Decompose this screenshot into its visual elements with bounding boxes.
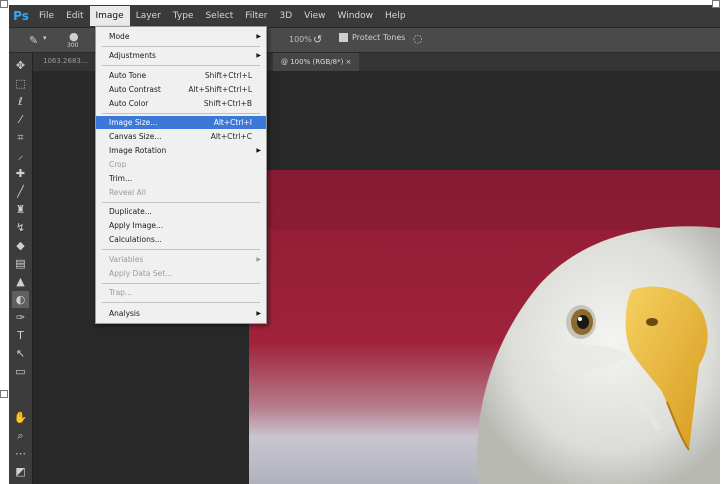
- submenu-arrow-icon: ▶: [256, 310, 261, 317]
- gradient-icon[interactable]: ▤: [12, 255, 29, 272]
- menu-separator: [102, 65, 260, 66]
- menu-help[interactable]: Help: [379, 6, 412, 26]
- menu-filter[interactable]: Filter: [239, 6, 273, 26]
- menu-file[interactable]: File: [33, 6, 60, 26]
- chevron-down-icon[interactable]: ▾: [43, 34, 47, 42]
- move-icon[interactable]: ✥: [12, 57, 29, 74]
- submenu-arrow-icon: ▶: [256, 256, 261, 263]
- menu-item-apply-data-set: Apply Data Set...: [109, 269, 173, 278]
- path-select-icon[interactable]: ↖: [12, 345, 29, 362]
- menu-item-adjustments[interactable]: Adjustments ▶: [96, 49, 266, 62]
- menu-item-auto-tone[interactable]: Auto Tone Shift+Ctrl+L: [96, 69, 266, 82]
- menu-type[interactable]: Type: [167, 6, 200, 26]
- more-tools-icon[interactable]: ⋯: [12, 445, 29, 462]
- menu-separator: [102, 249, 260, 250]
- menu-layer[interactable]: Layer: [130, 6, 167, 26]
- tab-inactive-document[interactable]: 1063.2683...: [43, 57, 88, 65]
- menu-separator: [102, 113, 260, 114]
- crop-icon[interactable]: ⌗: [12, 129, 29, 146]
- image-menu-dropdown: Mode ▶ Adjustments ▶ Auto Tone Shift+Ctrl+L…: [95, 26, 267, 324]
- menu-item-auto-color[interactable]: Auto Color Shift+Ctrl+B: [96, 97, 266, 110]
- resize-handle[interactable]: [0, 0, 8, 8]
- pressure-icon[interactable]: ◌: [413, 32, 423, 45]
- menu-item-apply-image[interactable]: Apply Image...: [96, 219, 266, 232]
- photoshop-window: Ps File Edit Image Layer Type Select Fil…: [9, 5, 720, 484]
- resize-handle[interactable]: [712, 0, 720, 8]
- menu-edit[interactable]: Edit: [60, 6, 89, 26]
- hand-icon[interactable]: ✋: [12, 409, 29, 426]
- protect-tones-checkbox[interactable]: Protect Tones: [339, 33, 405, 42]
- tool-preset-icon[interactable]: ✎: [29, 34, 38, 47]
- tools-panel: ✥ ⬚ ℓ ⁄ ⌗ ⸝ ✚ ╱ ♜ ↯ ◆ ▤ ▲ ◐ ✑ T ↖ ▭ ✋ ⌕ …: [9, 53, 33, 484]
- quick-select-icon[interactable]: ⁄: [12, 111, 29, 128]
- menu-view[interactable]: View: [298, 6, 331, 26]
- dodge-icon[interactable]: ◐: [12, 291, 29, 308]
- eyedropper-icon[interactable]: ⸝: [12, 147, 29, 164]
- menu-bar: Ps File Edit Image Layer Type Select Fil…: [9, 5, 720, 27]
- menu-item-image-size[interactable]: Image Size... Alt+Ctrl+I: [96, 116, 266, 129]
- color-swatches-icon[interactable]: ◩: [12, 463, 29, 480]
- pen-icon[interactable]: ✑: [12, 309, 29, 326]
- blur-icon[interactable]: ▲: [12, 273, 29, 290]
- menu-image[interactable]: Image: [89, 6, 130, 26]
- menu-item-variables: Variables ▶: [109, 255, 261, 264]
- menu-item-analysis[interactable]: Analysis ▶: [96, 307, 266, 320]
- type-icon[interactable]: T: [12, 327, 29, 344]
- menu-separator: [102, 202, 260, 203]
- rectangle-icon[interactable]: ▭: [12, 363, 29, 380]
- healing-brush-icon[interactable]: ✚: [12, 165, 29, 182]
- menu-item-auto-contrast[interactable]: Auto Contrast Alt+Shift+Ctrl+L: [96, 83, 266, 96]
- menu-separator: [102, 46, 260, 47]
- menu-separator: [102, 283, 260, 284]
- menu-item-crop: Crop: [109, 160, 127, 169]
- history-brush-icon[interactable]: ↯: [12, 219, 29, 236]
- lasso-icon[interactable]: ℓ: [12, 93, 29, 110]
- zoom-icon[interactable]: ⌕: [12, 427, 29, 444]
- exposure-value[interactable]: 100%: [289, 35, 312, 44]
- submenu-arrow-icon: ▶: [256, 147, 261, 154]
- photoshop-logo: Ps: [13, 9, 29, 23]
- clone-stamp-icon[interactable]: ♜: [12, 201, 29, 218]
- brush-icon[interactable]: ╱: [12, 183, 29, 200]
- eraser-icon[interactable]: ◆: [12, 237, 29, 254]
- eagle-photo: [249, 170, 720, 484]
- menu-3d[interactable]: 3D: [274, 6, 299, 26]
- submenu-arrow-icon: ▶: [256, 52, 261, 59]
- protect-tones-label: Protect Tones: [352, 33, 406, 42]
- resize-handle[interactable]: [0, 390, 8, 398]
- menu-item-duplicate[interactable]: Duplicate...: [96, 205, 266, 218]
- menu-select[interactable]: Select: [199, 6, 239, 26]
- brush-size-value: 300: [67, 42, 79, 49]
- marquee-icon[interactable]: ⬚: [12, 75, 29, 92]
- menu-item-canvas-size[interactable]: Canvas Size... Alt+Ctrl+C: [96, 130, 266, 143]
- submenu-arrow-icon: ▶: [256, 33, 261, 40]
- document-canvas[interactable]: [249, 170, 720, 484]
- airbrush-icon[interactable]: ↺: [313, 33, 322, 46]
- menu-item-trap: Trap...: [109, 288, 133, 297]
- menu-item-trim[interactable]: Trim...: [96, 172, 266, 185]
- checkbox-icon[interactable]: [339, 33, 348, 42]
- tab-active-document[interactable]: @ 100% (RGB/8*) ×: [273, 53, 360, 71]
- menu-separator: [102, 302, 260, 303]
- menu-window[interactable]: Window: [332, 6, 380, 26]
- menu-item-reveal-all: Reveal All: [109, 188, 146, 197]
- menu-item-calculations[interactable]: Calculations...: [96, 233, 266, 246]
- menu-item-mode[interactable]: Mode ▶: [96, 30, 266, 43]
- menu-item-image-rotation[interactable]: Image Rotation ▶: [96, 144, 266, 157]
